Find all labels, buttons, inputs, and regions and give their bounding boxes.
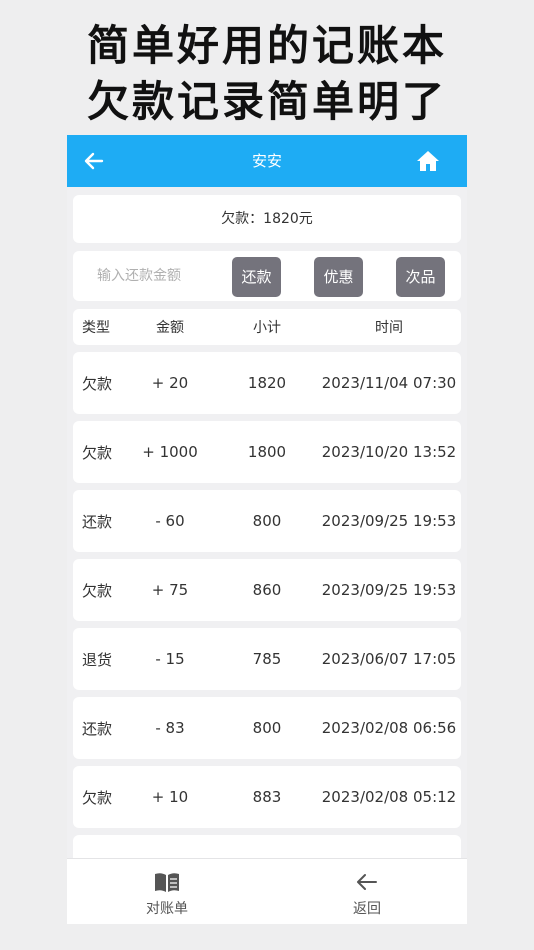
record-time: 2023/10/20 13:52 xyxy=(321,443,457,461)
record-time: 2023/09/25 19:53 xyxy=(321,512,457,530)
record-time: 2023/06/07 17:05 xyxy=(321,650,457,668)
record-subtotal: 1820 xyxy=(247,374,287,392)
app-screen: 安安 欠款：1820元 还款 优惠 次品 类型 金额 小计 时间 欠款 + 20… xyxy=(67,135,467,924)
record-amount: + 20 xyxy=(151,374,189,392)
repay-amount-input[interactable] xyxy=(81,260,221,292)
action-bar: 还款 优惠 次品 xyxy=(73,251,461,301)
table-row[interactable]: 欠款 + 1000 1800 2023/10/20 13:52 xyxy=(73,421,461,483)
record-subtotal: 785 xyxy=(252,650,282,668)
column-time: 时间 xyxy=(375,320,403,336)
table-row[interactable]: 欠款 + 20 1820 2023/11/04 07:30 xyxy=(73,352,461,414)
repay-button[interactable]: 还款 xyxy=(232,257,281,297)
promo-line-2: 欠款记录简单明了 xyxy=(86,77,447,126)
record-subtotal: 800 xyxy=(252,512,282,530)
record-time: 2023/09/25 19:53 xyxy=(321,581,457,599)
record-amount: - 60 xyxy=(155,512,185,530)
debt-amount-label: 欠款：1820元 xyxy=(221,211,313,227)
book-icon xyxy=(155,873,179,892)
record-time: 2023/02/08 05:12 xyxy=(321,788,457,806)
promo-banner: 简单好用的记账本 欠款记录简单明了 xyxy=(0,0,534,135)
debt-summary: 欠款：1820元 xyxy=(73,195,461,243)
table-row[interactable]: 还款 - 60 800 2023/09/25 19:53 xyxy=(73,490,461,552)
promo-line-1: 简单好用的记账本 xyxy=(86,21,447,70)
app-header: 安安 xyxy=(67,135,467,187)
table-row[interactable]: 欠款 + 10 883 2023/02/08 05:12 xyxy=(73,766,461,828)
table-row[interactable]: 欠款 + 75 860 2023/09/25 19:53 xyxy=(73,559,461,621)
home-button[interactable] xyxy=(415,148,441,174)
home-icon xyxy=(417,151,439,171)
record-type: 还款 xyxy=(82,512,113,531)
record-amount: + 75 xyxy=(151,581,189,599)
record-type: 欠款 xyxy=(82,788,113,807)
record-time: 2023/02/08 06:56 xyxy=(321,719,457,737)
record-subtotal: 860 xyxy=(252,581,282,599)
record-time: 2023/11/04 07:30 xyxy=(321,374,457,392)
table-row[interactable]: 退货 - 15 785 2023/06/07 17:05 xyxy=(73,628,461,690)
tab-statement[interactable]: 对账单 xyxy=(67,859,267,924)
arrow-left-icon xyxy=(357,874,377,890)
record-type: 欠款 xyxy=(82,581,113,600)
table-row[interactable]: 还款 - 83 800 2023/02/08 06:56 xyxy=(73,697,461,759)
tab-back-label: 返回 xyxy=(353,901,381,917)
record-amount: + 1000 xyxy=(142,443,198,461)
record-subtotal: 800 xyxy=(252,719,282,737)
record-amount: + 10 xyxy=(151,788,189,806)
page-title: 安安 xyxy=(251,152,282,170)
record-subtotal: 1800 xyxy=(247,443,287,461)
bottom-tab-bar: 对账单 返回 xyxy=(67,858,467,924)
column-subtotal: 小计 xyxy=(253,320,281,336)
record-type: 还款 xyxy=(82,719,113,738)
column-type: 类型 xyxy=(82,320,110,336)
column-amount: 金额 xyxy=(156,320,184,336)
record-type: 退货 xyxy=(82,650,113,669)
tab-statement-label: 对账单 xyxy=(146,901,188,917)
record-amount: - 15 xyxy=(155,650,185,668)
table-header: 类型 金额 小计 时间 xyxy=(73,309,461,345)
tab-back[interactable]: 返回 xyxy=(267,859,467,924)
defect-button[interactable]: 次品 xyxy=(396,257,445,297)
record-amount: - 83 xyxy=(155,719,185,737)
discount-button[interactable]: 优惠 xyxy=(314,257,363,297)
record-type: 欠款 xyxy=(82,443,113,462)
record-subtotal: 883 xyxy=(252,788,282,806)
record-type: 欠款 xyxy=(82,374,113,393)
